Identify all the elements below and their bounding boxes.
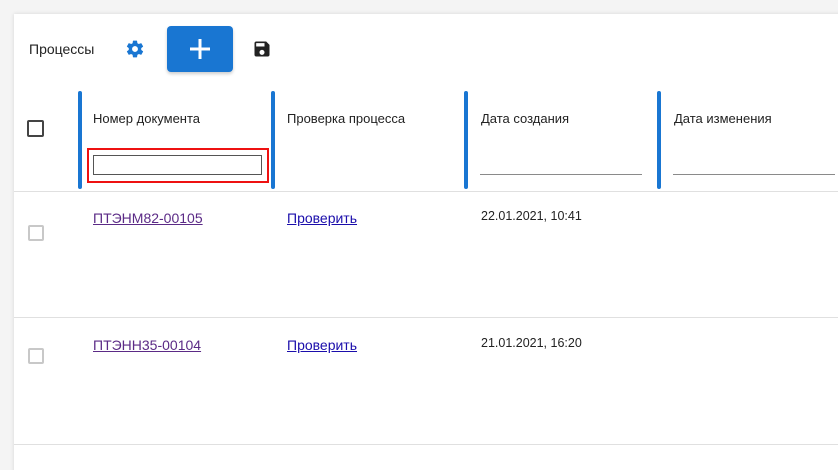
column-header-process-check[interactable]: Проверка процесса: [287, 111, 405, 126]
table-row: ПТЭНН35-00104 Проверить 21.01.2021, 16:2…: [14, 319, 838, 445]
modified-date-filter-input[interactable]: [673, 174, 835, 175]
column-resize-handle[interactable]: [78, 91, 82, 189]
row-checkbox[interactable]: [28, 225, 44, 241]
column-resize-handle[interactable]: [464, 91, 468, 189]
created-date-cell: 22.01.2021, 10:41: [481, 209, 582, 223]
document-number-filter-input[interactable]: [93, 155, 262, 175]
gear-icon[interactable]: [125, 39, 145, 59]
filter-highlight: [87, 148, 269, 183]
check-process-link[interactable]: Проверить: [287, 210, 357, 226]
column-header-document-number[interactable]: Номер документа: [93, 111, 200, 126]
table-header: Номер документа Проверка процесса Дата с…: [14, 84, 838, 192]
table-row: ПТЭНМ82-00105 Проверить 22.01.2021, 10:4…: [14, 192, 838, 318]
toolbar: Процессы: [14, 14, 838, 84]
plus-icon: [190, 39, 210, 59]
column-header-modified-date[interactable]: Дата изменения: [674, 111, 772, 126]
check-process-link[interactable]: Проверить: [287, 337, 357, 353]
created-date-cell: 21.01.2021, 16:20: [481, 336, 582, 350]
select-all-checkbox[interactable]: [27, 120, 44, 137]
column-resize-handle[interactable]: [657, 91, 661, 189]
created-date-filter-input[interactable]: [480, 174, 642, 175]
row-checkbox[interactable]: [28, 348, 44, 364]
column-resize-handle[interactable]: [271, 91, 275, 189]
document-number-link[interactable]: ПТЭНН35-00104: [93, 337, 201, 353]
save-icon[interactable]: [252, 39, 272, 59]
document-number-link[interactable]: ПТЭНМ82-00105: [93, 210, 203, 226]
add-button[interactable]: [167, 26, 233, 72]
page-title: Процессы: [29, 41, 95, 57]
column-header-created-date[interactable]: Дата создания: [481, 111, 569, 126]
processes-panel: Процессы Номер документа Проверка процес: [14, 14, 838, 470]
